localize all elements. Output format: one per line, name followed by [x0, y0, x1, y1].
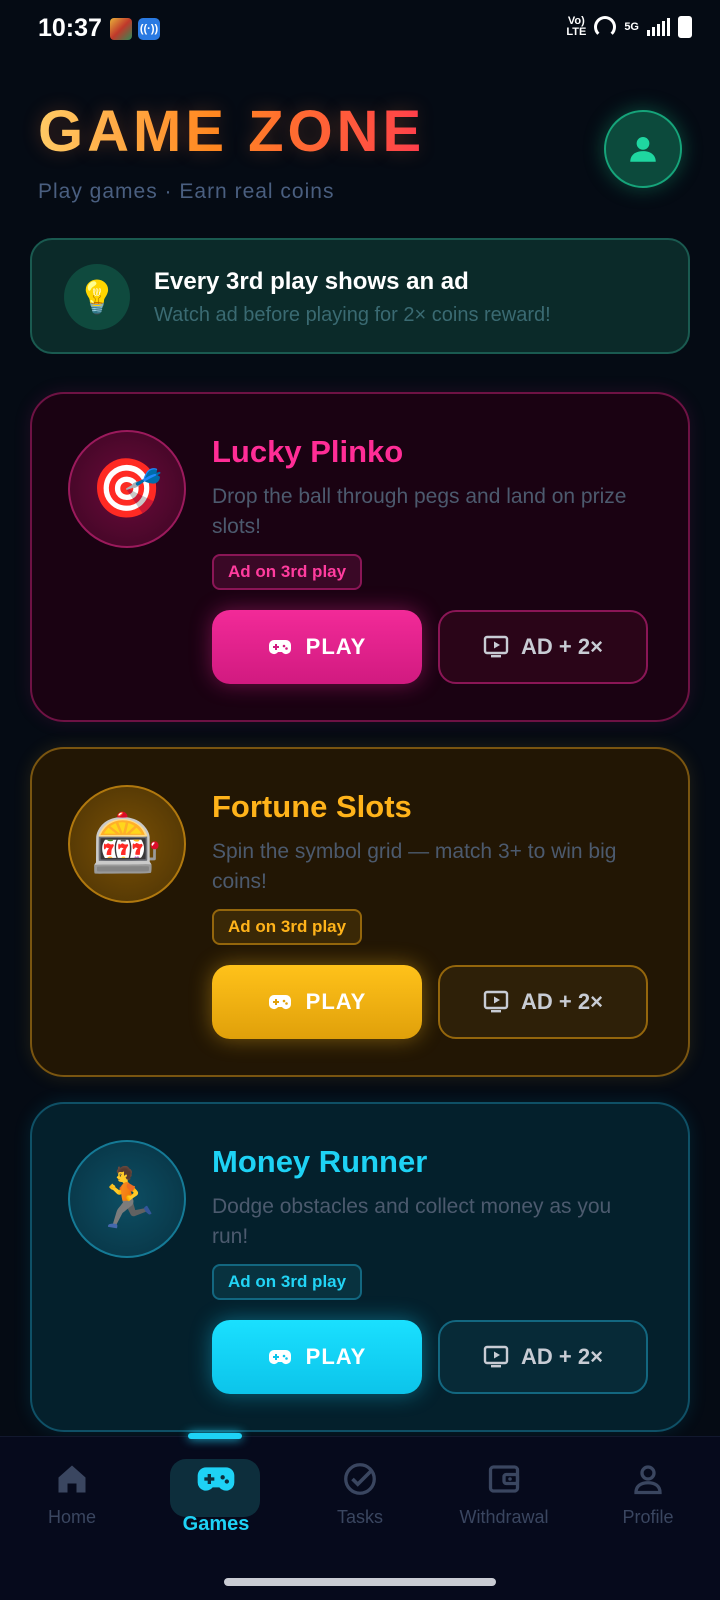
tv-play-icon [483, 1345, 509, 1368]
tv-play-icon [483, 635, 509, 658]
gamepad-icon [268, 640, 291, 654]
slot-machine-icon: 🎰 [68, 785, 186, 903]
game-card-money-runner[interactable]: 🏃 Money Runner Dodge obstacles and colle… [30, 1102, 690, 1432]
notification-signal-app-icon: ((·)) [138, 18, 160, 40]
volte-icon: Vo) LTE [566, 15, 587, 38]
nav-label: Tasks [336, 1507, 383, 1527]
nav-label: Home [47, 1507, 96, 1527]
bottom-navigation: Home Games Tasks Withdrawal Profile [0, 1433, 720, 1600]
game-title: Fortune Slots [212, 789, 412, 824]
runner-icon: 🏃 [68, 1140, 186, 1258]
play-button[interactable]: PLAY [212, 965, 422, 1039]
play-label: PLAY [305, 1344, 367, 1369]
nav-label: Profile [622, 1507, 674, 1527]
nav-item-games[interactable]: Games [156, 1461, 276, 1551]
signal-icon [647, 18, 670, 36]
check-circle-icon [344, 1463, 376, 1495]
page-subtitle: Play games · Earn real coins [38, 180, 335, 203]
watch-ad-button[interactable]: AD + 2× [438, 965, 648, 1039]
ad-label: AD + 2× [521, 634, 603, 659]
play-button[interactable]: PLAY [212, 610, 422, 684]
game-description: Dodge obstacles and collect money as you… [212, 1195, 612, 1248]
status-indicators: Vo) LTE 5G [566, 16, 692, 38]
profile-avatar-button[interactable] [604, 110, 682, 188]
gamepad-icon [268, 995, 291, 1009]
nav-label: Games [182, 1513, 250, 1535]
game-description: Spin the symbol grid — match 3+ to win b… [212, 840, 617, 893]
profile-icon [634, 1465, 662, 1495]
watch-ad-button[interactable]: AD + 2× [438, 1320, 648, 1394]
game-description: Drop the ball through pegs and land on p… [212, 485, 627, 538]
status-bar: 10:37 ((·)) Vo) LTE 5G [0, 0, 720, 60]
lightbulb-icon: 💡 [64, 264, 130, 330]
home-icon [58, 1465, 86, 1493]
watch-ad-button[interactable]: AD + 2× [438, 610, 648, 684]
ad-label: AD + 2× [521, 989, 603, 1014]
battery-icon [678, 16, 692, 38]
game-title: Money Runner [212, 1144, 428, 1179]
hotspot-icon [594, 16, 617, 38]
nav-item-tasks[interactable]: Tasks [300, 1461, 420, 1551]
gamepad-icon [197, 1467, 235, 1491]
gamepad-icon [268, 1350, 291, 1364]
target-icon: 🎯 [68, 430, 186, 548]
page-title: GAME ZONE [38, 99, 426, 164]
play-label: PLAY [305, 634, 367, 659]
ad-info-title: Every 3rd play shows an ad [154, 268, 469, 295]
nav-item-withdrawal[interactable]: Withdrawal [444, 1461, 564, 1551]
play-button[interactable]: PLAY [212, 1320, 422, 1394]
tv-play-icon [483, 990, 509, 1013]
nav-item-home[interactable]: Home [12, 1461, 132, 1551]
notification-app-icon [110, 18, 132, 40]
game-title: Lucky Plinko [212, 434, 404, 469]
ad-badge: Ad on 3rd play [212, 554, 363, 590]
ad-badge: Ad on 3rd play [212, 909, 363, 945]
active-tab-indicator [188, 1433, 242, 1439]
ad-badge: Ad on 3rd play [212, 1264, 363, 1300]
nav-item-profile[interactable]: Profile [588, 1461, 708, 1551]
ad-info-banner: 💡 Every 3rd play shows an ad Watch ad be… [30, 238, 690, 354]
status-time: 10:37 [38, 14, 102, 42]
network-type: 5G [624, 20, 639, 33]
ad-info-subtitle: Watch ad before playing for 2× coins rew… [154, 304, 551, 326]
play-label: PLAY [305, 989, 367, 1014]
nav-label: Withdrawal [459, 1507, 549, 1527]
ad-label: AD + 2× [521, 1344, 603, 1369]
user-icon [630, 136, 656, 162]
wallet-icon [488, 1465, 520, 1493]
game-card-lucky-plinko[interactable]: 🎯 Lucky Plinko Drop the ball through peg… [30, 392, 690, 722]
game-card-fortune-slots[interactable]: 🎰 Fortune Slots Spin the symbol grid — m… [30, 747, 690, 1077]
gesture-home-indicator[interactable] [224, 1578, 496, 1586]
